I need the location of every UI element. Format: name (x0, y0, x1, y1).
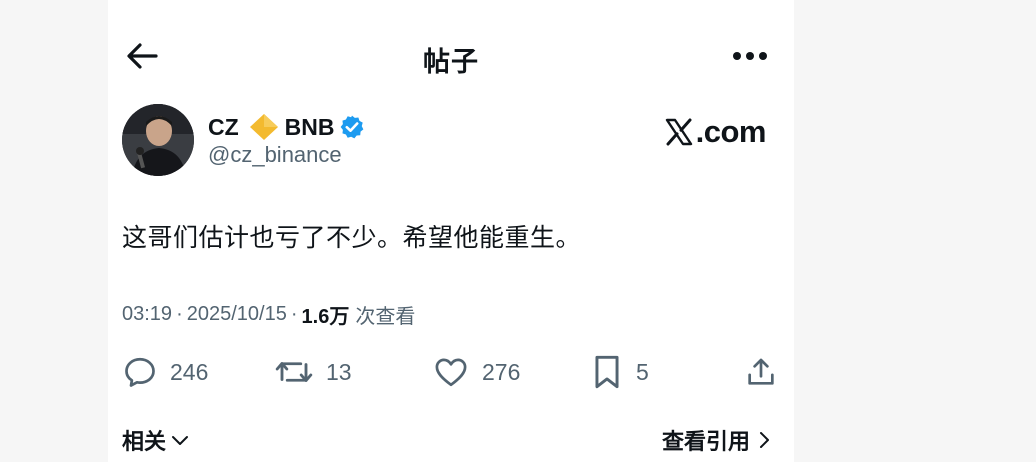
repost-button[interactable]: 13 (274, 350, 352, 394)
related-label: 相关 (122, 429, 167, 454)
like-count: 276 (482, 358, 521, 385)
heart-icon (435, 358, 467, 387)
chevron-right-icon (760, 432, 769, 448)
bookmark-icon (595, 355, 619, 389)
more-button[interactable] (728, 38, 772, 74)
post-text: 这哥们估计也亏了不少。希望他能重生。 (122, 224, 582, 252)
share-button[interactable] (744, 350, 778, 394)
related-toggle[interactable]: 相关 (122, 424, 191, 456)
x-brand: .com (664, 114, 767, 150)
brand-domain: .com (695, 114, 767, 149)
share-icon (748, 358, 774, 385)
post-footer: 相关 查看引用 (122, 424, 774, 454)
more-horizontal-icon (733, 52, 767, 60)
x-logo-icon (665, 118, 692, 146)
view-quotes-link[interactable]: 查看引用 (662, 424, 774, 456)
avatar[interactable] (122, 104, 194, 176)
page-title: 帖子 (423, 47, 479, 77)
view-count: 1.6万 (301, 306, 350, 328)
post-card: 帖子 CZ BNB @cz_binance .com 这哥们估计也亏了不少。希望… (108, 0, 794, 462)
top-bar: 帖子 (108, 30, 794, 82)
reply-icon (125, 357, 155, 387)
verified-badge-icon (340, 115, 363, 139)
view-quotes-label: 查看引用 (661, 429, 750, 454)
author-handle[interactable]: @cz_binance (208, 142, 342, 168)
repost-count: 13 (326, 358, 352, 385)
avatar-image (122, 104, 194, 176)
author-name[interactable]: CZ (208, 114, 239, 141)
reply-button[interactable]: 246 (122, 350, 208, 394)
author-badge-text: BNB (284, 113, 335, 140)
bnb-diamond-icon (249, 114, 278, 140)
post-date[interactable]: 2025/10/15 (187, 303, 287, 326)
bookmark-button[interactable]: 5 (590, 350, 649, 394)
meta-separator: · (176, 303, 183, 325)
post-meta: 03:19 · 2025/10/15 · 1.6万 次查看 (122, 300, 415, 329)
bookmark-count: 5 (636, 358, 649, 385)
repost-icon (275, 362, 313, 382)
reply-count: 246 (170, 358, 209, 385)
post-time[interactable]: 03:19 (122, 303, 172, 326)
view-label: 次查看 (355, 306, 416, 328)
action-bar: 246 13 276 5 (108, 350, 794, 394)
chevron-down-icon (172, 436, 189, 445)
author-name-row: CZ BNB (208, 112, 365, 142)
meta-separator: · (290, 303, 298, 325)
like-button[interactable]: 276 (432, 350, 520, 394)
